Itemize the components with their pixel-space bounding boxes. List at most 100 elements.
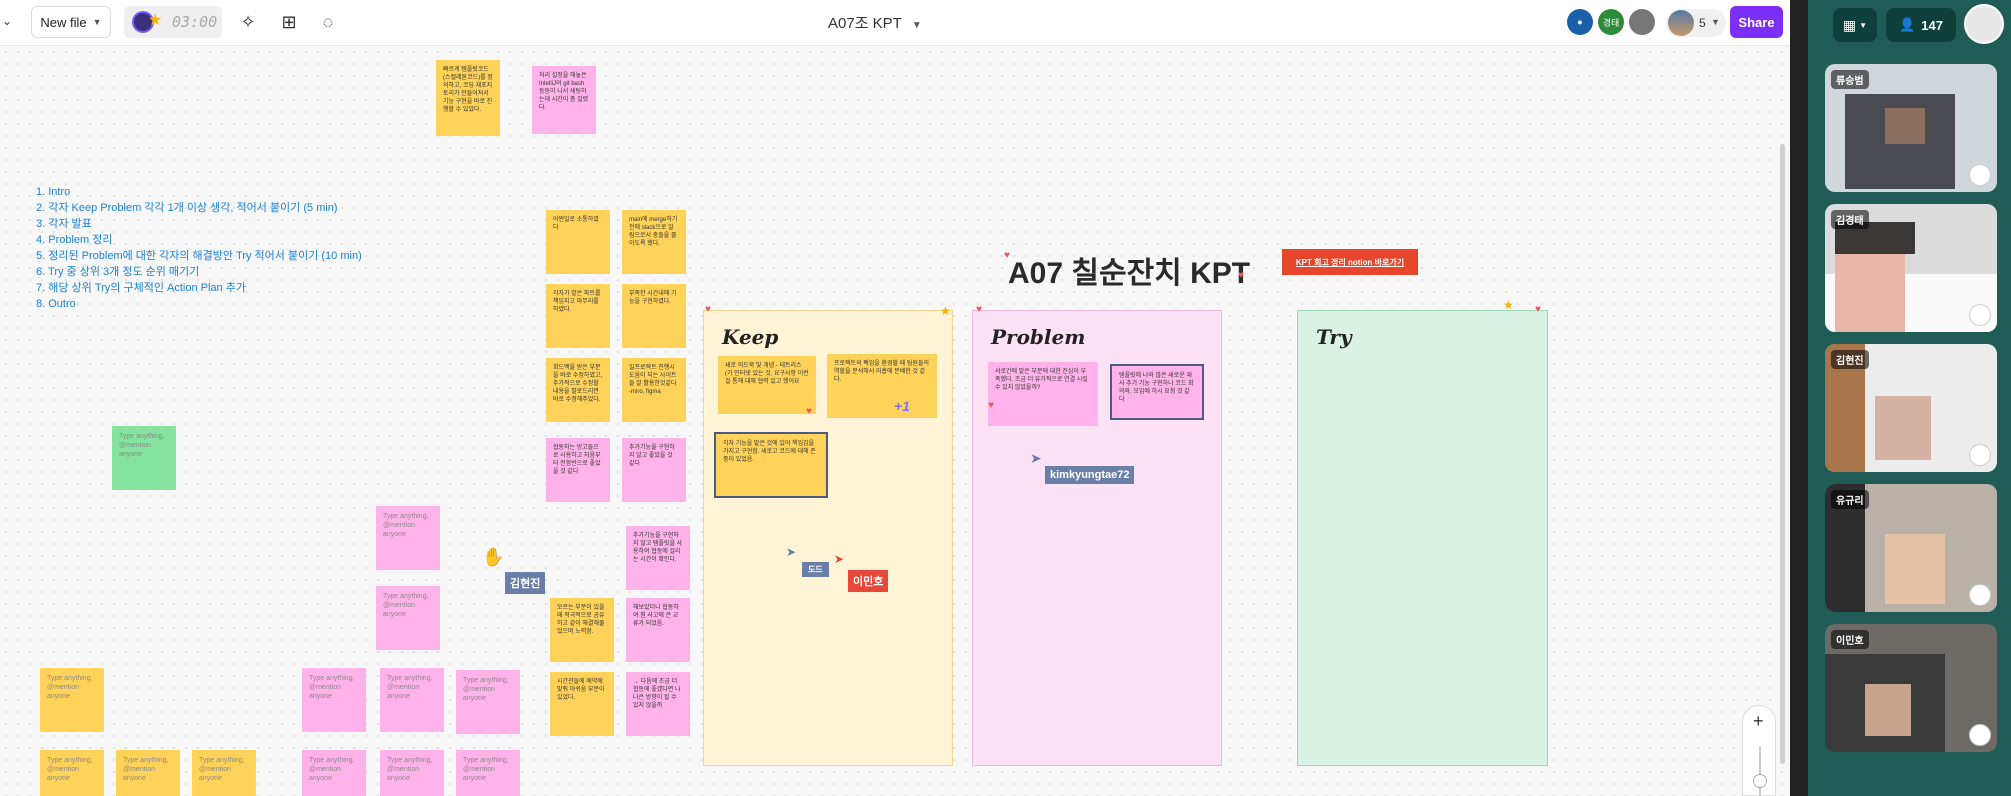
note-text: 추가기능을 구현하지 않고 좋았을 것 같다: [629, 445, 675, 467]
sticky-note[interactable]: 추가기능을 구현하지 않고 템플릿을 사용하여 협동에 걸리는 시간이 확인다.: [626, 526, 690, 590]
sticky-note[interactable]: 협동하는 방고들으로 사용하고 처음부터 전함반으로 좋았을 것 같다: [546, 438, 610, 502]
star-icon: ★: [148, 12, 163, 29]
try-frame-title: Try: [1316, 325, 1352, 349]
remote-cursor-label: 이민호: [848, 570, 889, 592]
video-tile[interactable]: 유규리: [1825, 484, 1997, 612]
empty-sticky-note[interactable]: Type anything, @mention anyone: [380, 668, 444, 732]
zoom-slider-handle[interactable]: [1753, 774, 1767, 788]
empty-sticky-note[interactable]: Type anything, @mention anyone: [376, 506, 440, 570]
heart-reaction-icon: ♥: [1238, 270, 1244, 281]
video-tile[interactable]: 김경태: [1825, 204, 1997, 332]
participant-count: 147: [1921, 17, 1943, 33]
heart-reaction-icon: ♥: [1004, 250, 1010, 261]
sticky-note[interactable]: main에 merge하기 전에 slack으로 알림으로서 충돌을 줄이도록 …: [622, 210, 686, 274]
note-text: 각자가 맡은 파트를 책임지고 마무리를 하였다.: [553, 291, 601, 313]
keep-sticky-note[interactable]: 새로 의드북 및 개념 - 테트리스(가 인터넷 있는 것, 요구사항 이런걸 …: [718, 356, 816, 414]
collaborator-avatar: [1668, 10, 1694, 36]
participants-button[interactable]: 👤 147: [1886, 8, 1956, 42]
heart-reaction-icon: ♥: [705, 304, 711, 315]
agenda-item: 1. Intro: [36, 186, 71, 198]
problem-sticky-note[interactable]: 서로간에 맡은 부분에 대한 진심이 부족했다. 조금 더 유기적으로 연결 시…: [988, 362, 1098, 426]
collaborator-avatar[interactable]: [1629, 9, 1655, 35]
hand-cursor-icon: ✋: [482, 547, 505, 567]
sticky-note[interactable]: 빠르게 템플릿코드(스켈레톤코드)를 정의하고, 코딩 재포지토리가 만들어져서…: [436, 60, 500, 136]
sticky-note[interactable]: 회드백을 받은 부분을 바로 수정하였고, 추가적으로 수정할내용을 팔로드리면…: [546, 358, 610, 422]
note-text: 각자 기능을 맡은 것에 있어 책임감을 가지고 구현함. 새로고 코드에 대해…: [723, 441, 816, 463]
note-text: 프로젝트의 팩업을 환경할 때 팀원들의 역할을 분석해서 미흡에 분배한 것 …: [834, 361, 929, 383]
agenda-item: 3. 각자 발표: [36, 218, 92, 230]
zoom-control[interactable]: +: [1742, 705, 1776, 796]
participant-name: 이민호: [1831, 630, 1869, 649]
empty-sticky-note[interactable]: Type anything, @mention anyone: [456, 750, 520, 796]
empty-sticky-note[interactable]: Type anything, @mention anyone: [302, 750, 366, 796]
sticky-note[interactable]: 부족한 시간내에 기능을 구현하였다.: [622, 284, 686, 348]
try-frame[interactable]: Try: [1297, 310, 1548, 766]
note-text: 빠르게 템플릿코드(스켈레톤코드)를 정의하고, 코딩 재포지토리가 만들어져서…: [443, 67, 493, 113]
board-main-title[interactable]: A07 칠순잔치 KPT: [1008, 248, 1250, 292]
note-text: 협동하는 방고들으로 사용하고 처음부터 전함반으로 좋았을 것 같다: [553, 445, 601, 475]
empty-sticky-note[interactable]: Type anything, @mention anyone: [112, 426, 176, 490]
empty-sticky-note[interactable]: Type anything, @mention anyone: [40, 668, 104, 732]
empty-sticky-note[interactable]: Type anything, @mention anyone: [380, 750, 444, 796]
video-tile[interactable]: 김현진: [1825, 344, 1997, 472]
video-tile[interactable]: 류승범: [1825, 64, 1997, 192]
self-avatar[interactable]: [1964, 4, 2004, 44]
sticky-note[interactable]: 일프로젝트 진행시 도움이 되는 사이트들 잘 활용한것같다 -miro, fi…: [622, 358, 686, 422]
empty-sticky-note[interactable]: Type anything, @mention anyone: [456, 670, 520, 734]
sticky-note[interactable]: 추가기능을 구현하지 않고 좋았을 것 같다: [622, 438, 686, 502]
heart-reaction-icon: ♥: [976, 304, 982, 315]
star-reaction-icon: ★: [940, 304, 951, 318]
layout-panel-icon[interactable]: ⊞: [277, 10, 301, 34]
note-text: 서로간에 맡은 부분에 대한 진심이 부족했다. 조금 더 유기적으로 연결 시…: [995, 369, 1088, 391]
sticky-note[interactable]: 각자가 맡은 파트를 책임지고 마무리를 하였다.: [546, 284, 610, 348]
board-title-text: A07조 KPT: [828, 15, 902, 32]
empty-sticky-note[interactable]: Type anything, @mention anyone: [376, 586, 440, 650]
remote-cursor-pointer-icon: ➤: [786, 545, 797, 559]
chevron-down-icon: ▼: [1711, 17, 1720, 27]
empty-sticky-note[interactable]: Type anything, @mention anyone: [116, 750, 180, 796]
new-file-label: New file: [40, 14, 87, 30]
keep-sticky-note[interactable]: 각자 기능을 맡은 것에 있어 책임감을 가지고 구현함. 새로고 코드에 대해…: [714, 432, 828, 498]
timer-display: 03:00: [172, 13, 218, 31]
video-tile[interactable]: 이민호: [1825, 624, 1997, 752]
vertical-scrollbar[interactable]: [1780, 144, 1785, 764]
collaborator-avatar-badge[interactable]: 경태: [1598, 9, 1624, 35]
empty-sticky-note[interactable]: Type anything, @mention anyone: [192, 750, 256, 796]
timer-widget[interactable]: ★ 03:00: [124, 6, 222, 38]
main-menu-chevron-icon[interactable]: ⌄: [2, 14, 12, 28]
participant-avatar-icon: [1969, 304, 1991, 326]
share-button[interactable]: Share: [1730, 6, 1783, 38]
sticky-note[interactable]: 시간관들에 예약에 맞춰 아쉬움 부분이 있었다.: [550, 672, 614, 736]
sparkle-ai-icon[interactable]: ✧: [236, 10, 260, 34]
empty-sticky-note[interactable]: Type anything, @mention anyone: [302, 668, 366, 732]
new-file-button[interactable]: New file ▼: [31, 6, 111, 38]
participant-name: 김현진: [1831, 350, 1869, 369]
note-text: 회드백을 받은 부분을 바로 수정하였고, 추가적으로 수정할내용을 팔로드리면…: [553, 365, 603, 403]
zoom-slider-track[interactable]: [1759, 746, 1761, 796]
plus-one-reaction: +1: [894, 398, 910, 414]
keep-sticky-note[interactable]: 프로젝트의 팩업을 환경할 때 팀원들의 역할을 분석해서 미흡에 분배한 것 …: [827, 354, 937, 418]
notion-link-button[interactable]: KPT 회고 정리 notion 바로가기: [1282, 249, 1418, 275]
top-toolbar: ⌄ New file ▼ ★ 03:00 ✧ ⊞ ◌ A07조 KPT ▼ ● 경…: [0, 0, 1790, 46]
empty-sticky-note[interactable]: Type anything, @mention anyone: [40, 750, 104, 796]
sticky-note[interactable]: 어쩐일로 소통하였다: [546, 210, 610, 274]
collaborator-avatar[interactable]: ●: [1567, 9, 1593, 35]
board-title[interactable]: A07조 KPT ▼: [828, 12, 922, 33]
sticky-note[interactable]: → 다음에 조금 더 협동에 좋겠다면 나 나은 방향이 될 수 있지 않을까: [626, 672, 690, 736]
layout-toggle-button[interactable]: ▦ ▼: [1833, 8, 1877, 42]
collaborators-count-button[interactable]: 5 ▼: [1666, 9, 1726, 37]
comment-icon[interactable]: ◌: [316, 10, 340, 34]
problem-sticky-note[interactable]: 템플릿에 나와 많은 새로운 재사 추가 기능 구현하나 코드 회의와, 모임에…: [1110, 364, 1204, 420]
sticky-note[interactable]: 해보았더니 협동하여 뭔 사고에 큰 교류가 되었음.: [626, 598, 690, 662]
sticky-note[interactable]: 모르는 부분이 있을 때 적극적으로 공유하고 같이 해결해줄 었으며 노력함.: [550, 598, 614, 662]
sticky-note[interactable]: 처리 설정을 해놓은 IntelliJ의 git bash 등등이 나서 세팅하…: [532, 66, 596, 134]
note-text: 모르는 부분이 있을 때 적극적으로 공유하고 같이 해결해줄 었으며 노력함.: [557, 605, 605, 635]
agenda-item: 2. 각자 Keep Problem 각각 1개 이상 생각, 적어서 붙이기 …: [36, 202, 338, 214]
blurred-face: [1885, 108, 1925, 144]
participant-avatar-icon: [1969, 444, 1991, 466]
agenda-item: 6. Try 중 상위 3개 정도 순위 매기기: [36, 266, 200, 278]
note-text: 일프로젝트 진행시 도움이 되는 사이트들 잘 활용한것같다 -miro, fi…: [629, 365, 677, 395]
zoom-in-icon[interactable]: +: [1753, 711, 1764, 732]
note-text: 해보았더니 협동하여 뭔 사고에 큰 교류가 되었음.: [633, 605, 679, 627]
participant-avatar-icon: [1969, 584, 1991, 606]
